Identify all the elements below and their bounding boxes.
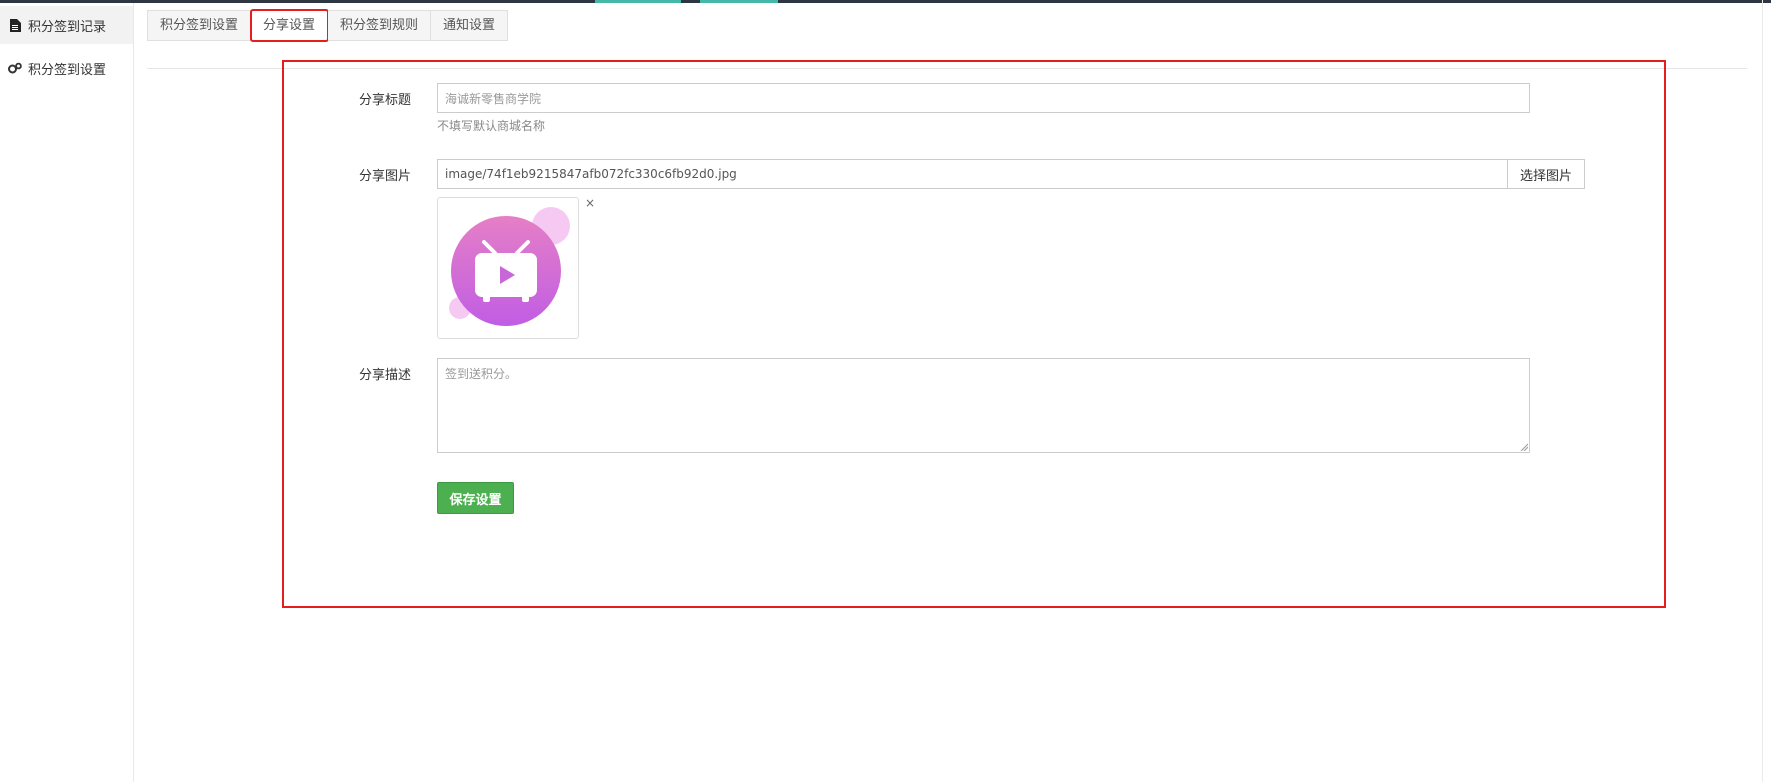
document-icon (8, 18, 22, 32)
share-desc-textarea[interactable]: 签到送积分。 (437, 358, 1530, 453)
share-title-label: 分享标题 (359, 93, 412, 108)
tv-app-logo-image (449, 207, 570, 326)
share-desc-placeholder: 签到送积分。 (445, 367, 518, 381)
remove-image-icon[interactable]: × (585, 196, 595, 210)
top-bar-accent (700, 0, 778, 3)
gears-icon (8, 61, 22, 75)
tab-checkin-settings[interactable]: 积分签到设置 (147, 10, 252, 41)
resize-handle-icon[interactable] (1520, 443, 1528, 451)
tab-share-settings[interactable]: 分享设置 (250, 9, 330, 42)
share-image-path-input[interactable]: image/74f1eb9215847afb072fc330c6fb92d0.j… (437, 159, 1508, 189)
sidebar-item-label: 积分签到设置 (28, 62, 107, 78)
tab-bar: 积分签到设置 分享设置 积分签到规则 通知设置 (147, 9, 509, 42)
share-image-label: 分享图片 (359, 169, 412, 184)
sidebar: 积分签到记录 积分签到设置 (0, 3, 134, 782)
select-image-button[interactable]: 选择图片 (1507, 159, 1585, 189)
sidebar-item-checkin-settings[interactable]: 积分签到设置 (0, 49, 133, 87)
share-image-thumbnail (437, 197, 579, 339)
tab-checkin-rules[interactable]: 积分签到规则 (328, 10, 432, 41)
share-desc-label: 分享描述 (359, 368, 412, 383)
sidebar-item-checkin-records[interactable]: 积分签到记录 (0, 6, 133, 44)
share-title-input[interactable]: 海诚新零售商学院 (437, 83, 1530, 113)
top-bar-accent (595, 0, 681, 3)
share-title-placeholder: 海诚新零售商学院 (445, 91, 542, 106)
tab-notification-settings[interactable]: 通知设置 (431, 10, 509, 41)
top-bar (0, 0, 1771, 3)
save-settings-button[interactable]: 保存设置 (437, 482, 514, 514)
sidebar-item-label: 积分签到记录 (28, 19, 107, 35)
scrollbar-track[interactable] (1762, 0, 1763, 782)
share-title-help: 不填写默认商城名称 (437, 119, 546, 133)
share-image-path-value: image/74f1eb9215847afb072fc330c6fb92d0.j… (445, 167, 737, 181)
